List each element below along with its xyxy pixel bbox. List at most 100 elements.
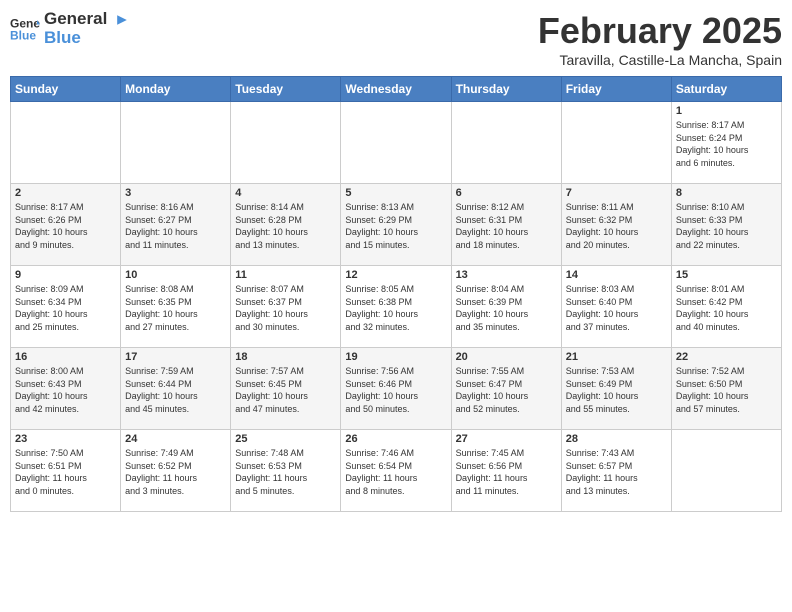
day-number: 27 (456, 433, 557, 445)
calendar-cell (11, 102, 121, 184)
calendar-cell: 16 Sunrise: 8:00 AM Sunset: 6:43 PM Dayli… (11, 348, 121, 430)
week-row-2: 9Sunrise: 8:09 AM Sunset: 6:34 PM Daylig… (11, 266, 782, 348)
day-number: 23 (15, 433, 116, 445)
calendar-body: 1 Sunrise: 8:17 AM Sunset: 6:24 PM Daylig… (11, 102, 782, 512)
day-info: Sunrise: 8:12 AM Sunset: 6:31 PM Dayligh… (456, 201, 557, 251)
day-info: Sunrise: 8:07 AM Sunset: 6:37 PM Dayligh… (235, 283, 336, 333)
calendar-cell: 21 Sunrise: 7:53 AM Sunset: 6:49 PM Dayli… (561, 348, 671, 430)
calendar-cell: 13 Sunrise: 8:04 AM Sunset: 6:39 PM Dayli… (451, 266, 561, 348)
day-info: Sunrise: 8:17 AM Sunset: 6:26 PM Dayligh… (15, 201, 116, 251)
day-info: Sunrise: 8:00 AM Sunset: 6:43 PM Dayligh… (15, 365, 116, 415)
day-number: 20 (456, 351, 557, 363)
logo-line1: General (44, 10, 130, 29)
day-info: Sunrise: 8:03 AM Sunset: 6:40 PM Dayligh… (566, 283, 667, 333)
calendar-cell: 2 Sunrise: 8:17 AM Sunset: 6:26 PM Daylig… (11, 184, 121, 266)
week-row-0: 1 Sunrise: 8:17 AM Sunset: 6:24 PM Daylig… (11, 102, 782, 184)
calendar-cell (121, 102, 231, 184)
day-number: 22 (676, 351, 777, 363)
calendar-cell: 3 Sunrise: 8:16 AM Sunset: 6:27 PM Daylig… (121, 184, 231, 266)
week-row-4: 23 Sunrise: 7:50 AM Sunset: 6:51 PM Dayli… (11, 430, 782, 512)
day-number: 3 (125, 187, 226, 199)
calendar-cell (561, 102, 671, 184)
weekday-sunday: Sunday (11, 77, 121, 102)
logo-arrow-icon (114, 12, 130, 28)
calendar-cell: 4 Sunrise: 8:14 AM Sunset: 6:28 PM Daylig… (231, 184, 341, 266)
calendar-subtitle: Taravilla, Castille-La Mancha, Spain (538, 52, 782, 68)
day-info: Sunrise: 7:49 AM Sunset: 6:52 PM Dayligh… (125, 447, 226, 497)
day-info: Sunrise: 8:08 AM Sunset: 6:35 PM Dayligh… (125, 283, 226, 333)
calendar-cell: 1 Sunrise: 8:17 AM Sunset: 6:24 PM Daylig… (671, 102, 781, 184)
calendar-cell: 20 Sunrise: 7:55 AM Sunset: 6:47 PM Dayli… (451, 348, 561, 430)
day-info: Sunrise: 7:43 AM Sunset: 6:57 PM Dayligh… (566, 447, 667, 497)
day-number: 10 (125, 269, 226, 281)
calendar-cell: 26Sunrise: 7:46 AM Sunset: 6:54 PM Dayli… (341, 430, 451, 512)
week-row-1: 2 Sunrise: 8:17 AM Sunset: 6:26 PM Daylig… (11, 184, 782, 266)
day-number: 26 (345, 433, 446, 445)
weekday-saturday: Saturday (671, 77, 781, 102)
day-number: 6 (456, 187, 557, 199)
day-info: Sunrise: 7:56 AM Sunset: 6:46 PM Dayligh… (345, 365, 446, 415)
day-number: 18 (235, 351, 336, 363)
calendar-cell: 22 Sunrise: 7:52 AM Sunset: 6:50 PM Dayli… (671, 348, 781, 430)
calendar-cell: 18 Sunrise: 7:57 AM Sunset: 6:45 PM Dayli… (231, 348, 341, 430)
day-info: Sunrise: 7:45 AM Sunset: 6:56 PM Dayligh… (456, 447, 557, 497)
weekday-friday: Friday (561, 77, 671, 102)
calendar-cell: 17Sunrise: 7:59 AM Sunset: 6:44 PM Dayli… (121, 348, 231, 430)
day-number: 1 (676, 105, 777, 117)
calendar-cell: 27 Sunrise: 7:45 AM Sunset: 6:56 PM Dayli… (451, 430, 561, 512)
calendar-table: SundayMondayTuesdayWednesdayThursdayFrid… (10, 76, 782, 512)
svg-text:Blue: Blue (10, 28, 36, 42)
day-info: Sunrise: 7:50 AM Sunset: 6:51 PM Dayligh… (15, 447, 116, 497)
day-info: Sunrise: 8:01 AM Sunset: 6:42 PM Dayligh… (676, 283, 777, 333)
day-info: Sunrise: 7:55 AM Sunset: 6:47 PM Dayligh… (456, 365, 557, 415)
logo: General Blue General Blue (10, 10, 130, 47)
day-number: 8 (676, 187, 777, 199)
day-info: Sunrise: 8:10 AM Sunset: 6:33 PM Dayligh… (676, 201, 777, 251)
weekday-monday: Monday (121, 77, 231, 102)
calendar-cell: 19 Sunrise: 7:56 AM Sunset: 6:46 PM Dayli… (341, 348, 451, 430)
day-info: Sunrise: 8:16 AM Sunset: 6:27 PM Dayligh… (125, 201, 226, 251)
day-number: 4 (235, 187, 336, 199)
calendar-cell: 10 Sunrise: 8:08 AM Sunset: 6:35 PM Dayli… (121, 266, 231, 348)
calendar-cell (231, 102, 341, 184)
day-info: Sunrise: 8:17 AM Sunset: 6:24 PM Dayligh… (676, 119, 777, 169)
day-info: Sunrise: 8:11 AM Sunset: 6:32 PM Dayligh… (566, 201, 667, 251)
day-number: 14 (566, 269, 667, 281)
calendar-cell: 14 Sunrise: 8:03 AM Sunset: 6:40 PM Dayli… (561, 266, 671, 348)
calendar-cell (451, 102, 561, 184)
day-number: 13 (456, 269, 557, 281)
day-number: 2 (15, 187, 116, 199)
calendar-cell: 11 Sunrise: 8:07 AM Sunset: 6:37 PM Dayli… (231, 266, 341, 348)
day-number: 5 (345, 187, 446, 199)
calendar-cell: 25Sunrise: 7:48 AM Sunset: 6:53 PM Dayli… (231, 430, 341, 512)
day-number: 12 (345, 269, 446, 281)
day-number: 17 (125, 351, 226, 363)
day-info: Sunrise: 8:04 AM Sunset: 6:39 PM Dayligh… (456, 283, 557, 333)
calendar-cell: 28 Sunrise: 7:43 AM Sunset: 6:57 PM Dayli… (561, 430, 671, 512)
title-block: February 2025 Taravilla, Castille-La Man… (538, 10, 782, 68)
day-info: Sunrise: 7:52 AM Sunset: 6:50 PM Dayligh… (676, 365, 777, 415)
day-info: Sunrise: 8:05 AM Sunset: 6:38 PM Dayligh… (345, 283, 446, 333)
page: General Blue General Blue February 2025 … (0, 0, 792, 612)
calendar-cell: 8 Sunrise: 8:10 AM Sunset: 6:33 PM Daylig… (671, 184, 781, 266)
calendar-cell: 15Sunrise: 8:01 AM Sunset: 6:42 PM Dayli… (671, 266, 781, 348)
day-info: Sunrise: 7:57 AM Sunset: 6:45 PM Dayligh… (235, 365, 336, 415)
day-info: Sunrise: 7:53 AM Sunset: 6:49 PM Dayligh… (566, 365, 667, 415)
day-info: Sunrise: 8:13 AM Sunset: 6:29 PM Dayligh… (345, 201, 446, 251)
day-number: 19 (345, 351, 446, 363)
day-number: 21 (566, 351, 667, 363)
logo-icon: General Blue (10, 14, 40, 44)
day-number: 16 (15, 351, 116, 363)
day-info: Sunrise: 8:14 AM Sunset: 6:28 PM Dayligh… (235, 201, 336, 251)
logo-line2: Blue (44, 29, 130, 48)
day-number: 25 (235, 433, 336, 445)
weekday-thursday: Thursday (451, 77, 561, 102)
calendar-cell (341, 102, 451, 184)
day-number: 11 (235, 269, 336, 281)
day-number: 28 (566, 433, 667, 445)
day-info: Sunrise: 8:09 AM Sunset: 6:34 PM Dayligh… (15, 283, 116, 333)
day-number: 24 (125, 433, 226, 445)
weekday-wednesday: Wednesday (341, 77, 451, 102)
calendar-cell: 9Sunrise: 8:09 AM Sunset: 6:34 PM Daylig… (11, 266, 121, 348)
calendar-cell: 23 Sunrise: 7:50 AM Sunset: 6:51 PM Dayli… (11, 430, 121, 512)
